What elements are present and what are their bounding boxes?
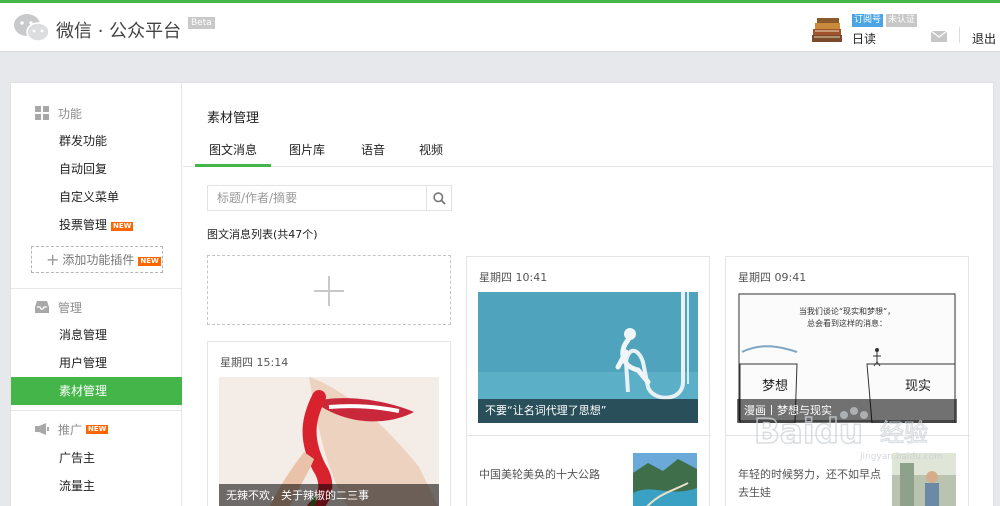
sidebar-item-label: 群发功能 xyxy=(59,134,108,148)
top-bar: 微信 · 公众平台 Beta 订阅号 未认证 日读 退出 xyxy=(0,0,1000,52)
verify-status-badge: 未认证 xyxy=(886,14,918,27)
sidebar-item-mass-send[interactable]: 群发功能 xyxy=(11,127,182,155)
baidu-watermark: Baidu 经验 jingyan.baidu.com xyxy=(752,403,962,463)
comic-left-label: 梦想 xyxy=(762,378,788,394)
sidebar-section-label: 管理 xyxy=(58,300,83,315)
sidebar-divider xyxy=(11,410,182,411)
tab-bar: 图文消息 图片库 语音 视频 xyxy=(183,137,995,167)
sub-article-item[interactable]: 中国美轮美奂的十大公路 xyxy=(467,435,711,506)
article-cover-image: 不要“让名词代理了思想” xyxy=(478,292,698,423)
beta-badge: Beta xyxy=(188,17,215,29)
sidebar-section-manage: 管理 xyxy=(35,298,82,316)
sidebar-item-advertiser[interactable]: 广告主 xyxy=(11,444,182,472)
sidebar-item-messages[interactable]: 消息管理 xyxy=(11,321,182,349)
add-plugin-label: 添加功能插件 xyxy=(62,253,135,267)
account-type-badge: 订阅号 xyxy=(852,14,884,27)
comic-text-line2: 总会看到这样的消息： xyxy=(807,318,887,328)
article-cover-image: 无辣不欢，关于辣椒的二三事 xyxy=(219,377,439,506)
sidebar-item-label: 素材管理 xyxy=(59,384,108,398)
search-box xyxy=(207,185,450,211)
watermark-text: Baidu xyxy=(754,412,863,452)
article-time: 星期四 09:41 xyxy=(738,271,807,284)
tab-video[interactable]: 视频 xyxy=(411,137,451,167)
sidebar-item-label: 广告主 xyxy=(59,451,96,465)
sidebar-item-label: 消息管理 xyxy=(59,328,108,342)
sidebar-section-features: 功能 xyxy=(35,104,82,122)
tab-voice[interactable]: 语音 xyxy=(353,137,393,167)
sidebar-item-publisher[interactable]: 流量主 xyxy=(11,472,182,500)
brand-title[interactable]: 微信 · 公众平台 xyxy=(56,17,181,43)
article-card[interactable]: 星期四 10:41 不要“让名词代理了思想” 中国美轮美奂的十大公路 xyxy=(466,256,711,506)
sidebar-section-promotion: 推广 NEW xyxy=(35,420,109,438)
sidebar-item-label: 用户管理 xyxy=(59,356,108,370)
sidebar: 功能 群发功能 自动回复 自定义菜单 投票管理 NEW + 添加功能插件 NEW 管理… xyxy=(11,83,182,506)
watermark-url: jingyan.baidu.com xyxy=(859,452,943,462)
grid-icon xyxy=(35,106,49,120)
sidebar-section-label: 推广 xyxy=(58,422,83,437)
wechat-logo-icon xyxy=(14,14,50,42)
article-time: 星期四 10:41 xyxy=(479,271,548,284)
sidebar-item-custom-menu[interactable]: 自定义菜单 xyxy=(11,183,182,211)
account-name[interactable]: 日读 xyxy=(852,30,876,47)
article-caption: 不要“让名词代理了思想” xyxy=(478,399,698,423)
list-title: 图文消息列表(共47个) xyxy=(207,228,318,241)
sub-article-title: 年轻的时候努力，还不如早点去生娃 xyxy=(738,468,881,499)
sub-article-title: 中国美轮美奂的十大公路 xyxy=(479,468,600,481)
megaphone-icon xyxy=(35,423,49,435)
sidebar-item-vote[interactable]: 投票管理 NEW xyxy=(11,211,182,239)
article-card[interactable]: 星期四 09:41 当我们谈论“现实和梦想”， 总会看到这样的消息： 梦想 现实… xyxy=(725,256,970,506)
search-button[interactable] xyxy=(426,185,452,211)
sidebar-item-auto-reply[interactable]: 自动回复 xyxy=(11,155,182,183)
plus-icon: + xyxy=(46,250,60,269)
add-article-card[interactable] xyxy=(207,255,451,325)
search-icon xyxy=(433,192,446,205)
article-time: 星期四 15:14 xyxy=(220,356,289,369)
sidebar-divider xyxy=(11,288,182,289)
sidebar-item-label: 投票管理 xyxy=(59,218,108,232)
inbox-icon xyxy=(35,301,49,313)
new-badge: NEW xyxy=(138,257,161,266)
sub-article-thumbnail xyxy=(633,453,697,506)
sidebar-section-label: 功能 xyxy=(58,106,83,121)
sidebar-item-materials[interactable]: 素材管理 xyxy=(11,377,182,405)
add-plugin-button[interactable]: + 添加功能插件 NEW xyxy=(31,246,163,273)
sidebar-item-label: 自定义菜单 xyxy=(59,190,120,204)
comic-text-line1: 当我们谈论“现实和梦想”， xyxy=(799,306,895,316)
sidebar-item-users[interactable]: 用户管理 xyxy=(11,349,182,377)
article-caption: 无辣不欢，关于辣椒的二三事 xyxy=(219,484,439,506)
header-divider xyxy=(959,27,960,43)
tab-articles[interactable]: 图文消息 xyxy=(195,137,271,167)
sidebar-item-label: 流量主 xyxy=(59,479,96,493)
mail-icon[interactable] xyxy=(931,31,947,42)
new-badge: NEW xyxy=(86,424,109,434)
comic-right-label: 现实 xyxy=(905,379,931,394)
logout-link[interactable]: 退出 xyxy=(972,30,996,47)
new-badge: NEW xyxy=(111,222,134,231)
watermark-suffix: 经验 xyxy=(880,419,928,447)
account-avatar[interactable] xyxy=(810,15,844,45)
sidebar-item-label: 自动回复 xyxy=(59,162,108,176)
tab-images[interactable]: 图片库 xyxy=(283,137,331,167)
search-input[interactable] xyxy=(208,186,430,210)
article-card[interactable]: 星期四 15:14 无辣不欢，关于辣椒的二三事 xyxy=(207,341,451,506)
page-title: 素材管理 xyxy=(207,111,260,126)
plus-icon xyxy=(314,276,344,306)
